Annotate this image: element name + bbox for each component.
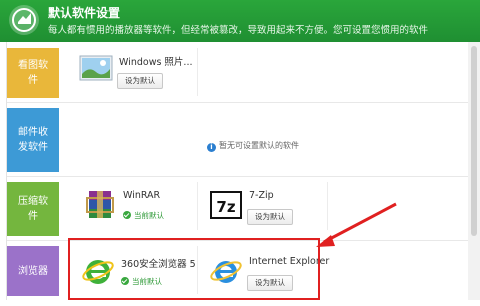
row-image-viewer: 看图软件 Windows 照片... 设为默认 (7, 42, 469, 103)
settings-logo-icon (9, 5, 39, 35)
category-label: 压缩软件 (18, 196, 48, 222)
app-name: WinRAR (123, 190, 161, 201)
divider (197, 48, 198, 96)
divider (327, 182, 328, 230)
header-bar: 默认软件设置 每人都有惯用的播放器等软件，但经常被篡改，导致用起来不方便。您可设… (0, 0, 480, 42)
row-mail: 邮件收发软件 i 暂无可设置默认的软件 (7, 102, 469, 177)
svg-text:7z: 7z (216, 198, 235, 216)
set-default-button[interactable]: 设为默认 (247, 209, 293, 225)
no-software-info: i 暂无可设置默认的软件 (207, 140, 299, 152)
category-label: 邮件收发软件 (18, 127, 48, 153)
category-mail[interactable]: 邮件收发软件 (7, 108, 59, 172)
category-compression[interactable]: 压缩软件 (7, 182, 59, 236)
page-title: 默认软件设置 (48, 6, 121, 20)
app-windows-photos: Windows 照片... 设为默认 (79, 48, 199, 104)
app-name: Windows 照片... (119, 57, 193, 68)
page-subtitle: 每人都有惯用的播放器等软件，但经常被篡改，导致用起来不方便。您可设置您惯用的软件 (48, 25, 429, 36)
current-default-status: 当前默认 (123, 210, 164, 221)
category-label: 看图软件 (18, 60, 48, 86)
app-7zip: 7z 7-Zip 设为默认 (209, 184, 329, 240)
scrollbar[interactable] (468, 42, 480, 300)
category-image-viewer[interactable]: 看图软件 (7, 48, 59, 98)
row-compression: 压缩软件 WinRAR 当前默认 7z 7-Zip 设为默认 (7, 176, 469, 241)
info-text: 暂无可设置默认的软件 (219, 141, 299, 150)
set-default-button[interactable]: 设为默认 (117, 73, 163, 89)
divider (197, 182, 198, 230)
scrollbar-thumb[interactable] (471, 46, 477, 236)
highlight-box (68, 238, 320, 300)
status-text: 当前默认 (134, 211, 164, 220)
photo-viewer-icon (79, 55, 113, 81)
category-label: 浏览器 (18, 265, 48, 277)
app-winrar: WinRAR 当前默认 (83, 184, 203, 240)
app-name: 7-Zip (249, 190, 274, 201)
winrar-icon (86, 191, 114, 218)
check-icon (123, 211, 131, 219)
info-icon: i (207, 143, 216, 152)
category-browser[interactable]: 浏览器 (7, 246, 59, 296)
7zip-icon: 7z (210, 191, 242, 219)
